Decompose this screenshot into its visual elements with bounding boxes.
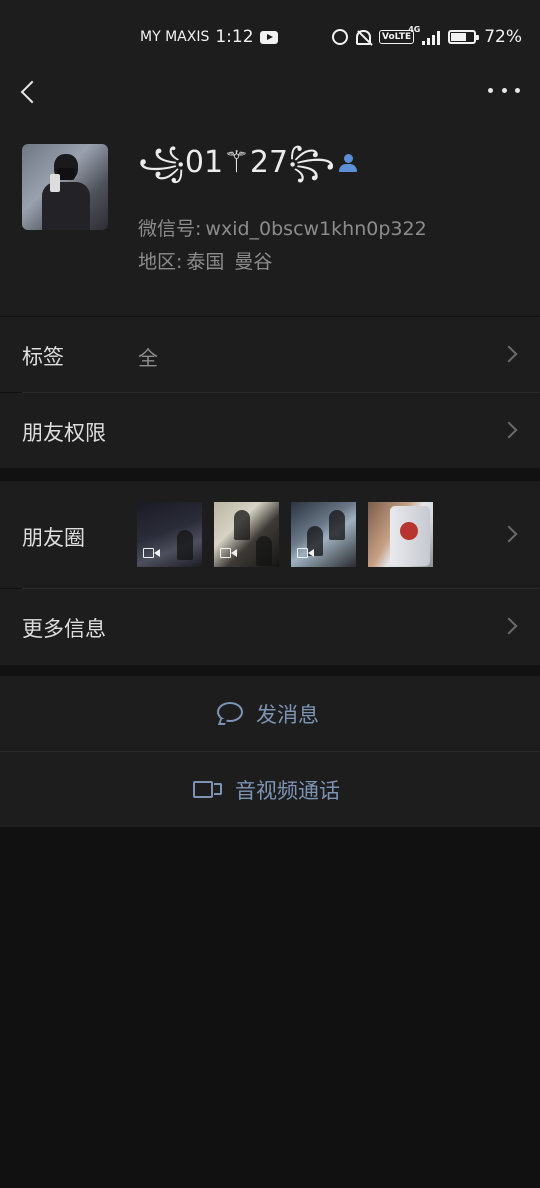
video-call-button[interactable]: 音视频通话 (0, 752, 540, 827)
wechat-id-line: 微信号: wxid_0bscw1khn0p322 (138, 214, 427, 241)
contact-person-icon[interactable] (338, 154, 358, 174)
youtube-icon (259, 30, 278, 44)
more-info-row[interactable]: 更多信息 (0, 589, 540, 665)
region-city: 曼谷 (234, 251, 273, 273)
send-message-label: 发消息 (256, 702, 319, 727)
friend-permissions-title: 朋友权限 (22, 421, 106, 445)
network-type: 4G (408, 25, 421, 34)
moments-thumbnail[interactable] (214, 502, 279, 567)
moments-thumbnails (137, 502, 433, 567)
more-dots-icon (488, 87, 493, 93)
more-info-title: 更多信息 (22, 617, 106, 641)
back-chevron-icon (20, 80, 44, 104)
chat-bubble-icon (216, 701, 244, 726)
video-icon (297, 547, 315, 560)
status-right: VoLTE 4G 72% (332, 25, 522, 48)
alarm-icon (332, 29, 348, 45)
moments-row[interactable]: 朋友圈 (0, 481, 540, 588)
profile-header: ꧁01⚚27꧂ 微信号: wxid_0bscw1khn0p322 地区: 泰国 曼谷 (0, 124, 540, 316)
avatar[interactable] (22, 144, 108, 230)
moments-thumbnail[interactable] (291, 502, 356, 567)
chevron-right-icon (500, 345, 518, 363)
friend-permissions-row[interactable]: 朋友权限 (0, 393, 540, 468)
tags-row[interactable]: 标签 全 (0, 317, 540, 392)
wechat-id-value: wxid_0bscw1khn0p322 (205, 218, 427, 240)
send-message-button[interactable]: 发消息 (0, 676, 540, 751)
region-line: 地区: 泰国 曼谷 (138, 247, 272, 274)
wechat-id-label: 微信号: (138, 218, 202, 240)
more-options-button[interactable] (488, 80, 520, 100)
region-country: 泰国 (186, 251, 225, 273)
bell-off-icon (356, 29, 371, 45)
chevron-right-icon (500, 617, 518, 635)
video-icon (143, 547, 161, 560)
battery-icon (448, 30, 480, 44)
status-left: MY MAXIS 1:12 (140, 26, 278, 48)
nav-bar (0, 72, 540, 124)
carrier-name: MY MAXIS (140, 29, 210, 45)
status-time: 1:12 (215, 27, 254, 47)
status-bar: MY MAXIS 1:12 VoLTE 4G 72% (0, 0, 540, 72)
video-camera-icon (193, 780, 223, 800)
region-label: 地区: (138, 251, 183, 273)
video-call-label: 音视频通话 (235, 778, 340, 803)
tags-title: 标签 (22, 345, 64, 369)
moments-thumbnail[interactable] (137, 502, 202, 567)
nickname: ꧁01⚚27꧂ (138, 144, 335, 180)
signal-icon: 4G (408, 25, 441, 45)
moments-thumbnail[interactable] (368, 502, 433, 567)
back-button[interactable] (16, 76, 52, 112)
tags-value: 全 (138, 346, 158, 370)
chevron-right-icon (500, 525, 518, 543)
chevron-right-icon (500, 421, 518, 439)
video-icon (220, 547, 238, 560)
battery-percent: 72% (484, 27, 522, 47)
moments-title: 朋友圈 (22, 526, 85, 550)
